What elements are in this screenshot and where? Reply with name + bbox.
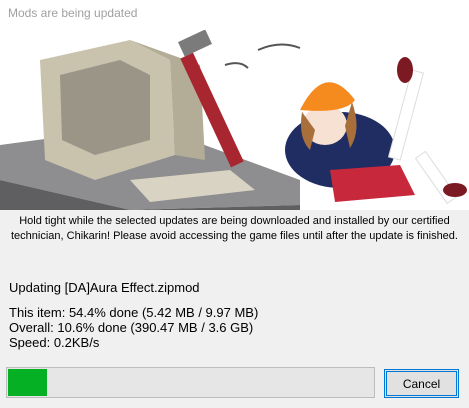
helmet-shape <box>300 82 355 111</box>
overall-progress: Overall: 10.6% done (390.47 MB / 3.6 GB) <box>9 320 254 335</box>
notice-line-2: technician, Chikarin! Please avoid acces… <box>11 230 458 242</box>
title-bar: Mods are being updated <box>0 0 469 30</box>
technician-illustration <box>0 30 469 210</box>
notice-text: Hold tight while the selected updates ar… <box>0 214 469 244</box>
updating-label: Updating [DA]Aura Effect.zipmod <box>9 280 200 295</box>
cancel-button[interactable]: Cancel <box>384 369 459 398</box>
download-speed: Speed: 0.2KB/s <box>9 335 100 350</box>
this-item-progress: This item: 54.4% done (5.42 MB / 9.97 MB… <box>9 305 259 320</box>
update-dialog: Mods are being updated Hold tight while … <box>0 0 469 408</box>
progress-stats: This item: 54.4% done (5.42 MB / 9.97 MB… <box>9 305 258 350</box>
overall-progress-bar <box>6 367 375 398</box>
progress-bar-fill <box>8 369 47 396</box>
window-title: Mods are being updated <box>8 6 138 20</box>
notice-line-1: Hold tight while the selected updates ar… <box>19 215 450 227</box>
